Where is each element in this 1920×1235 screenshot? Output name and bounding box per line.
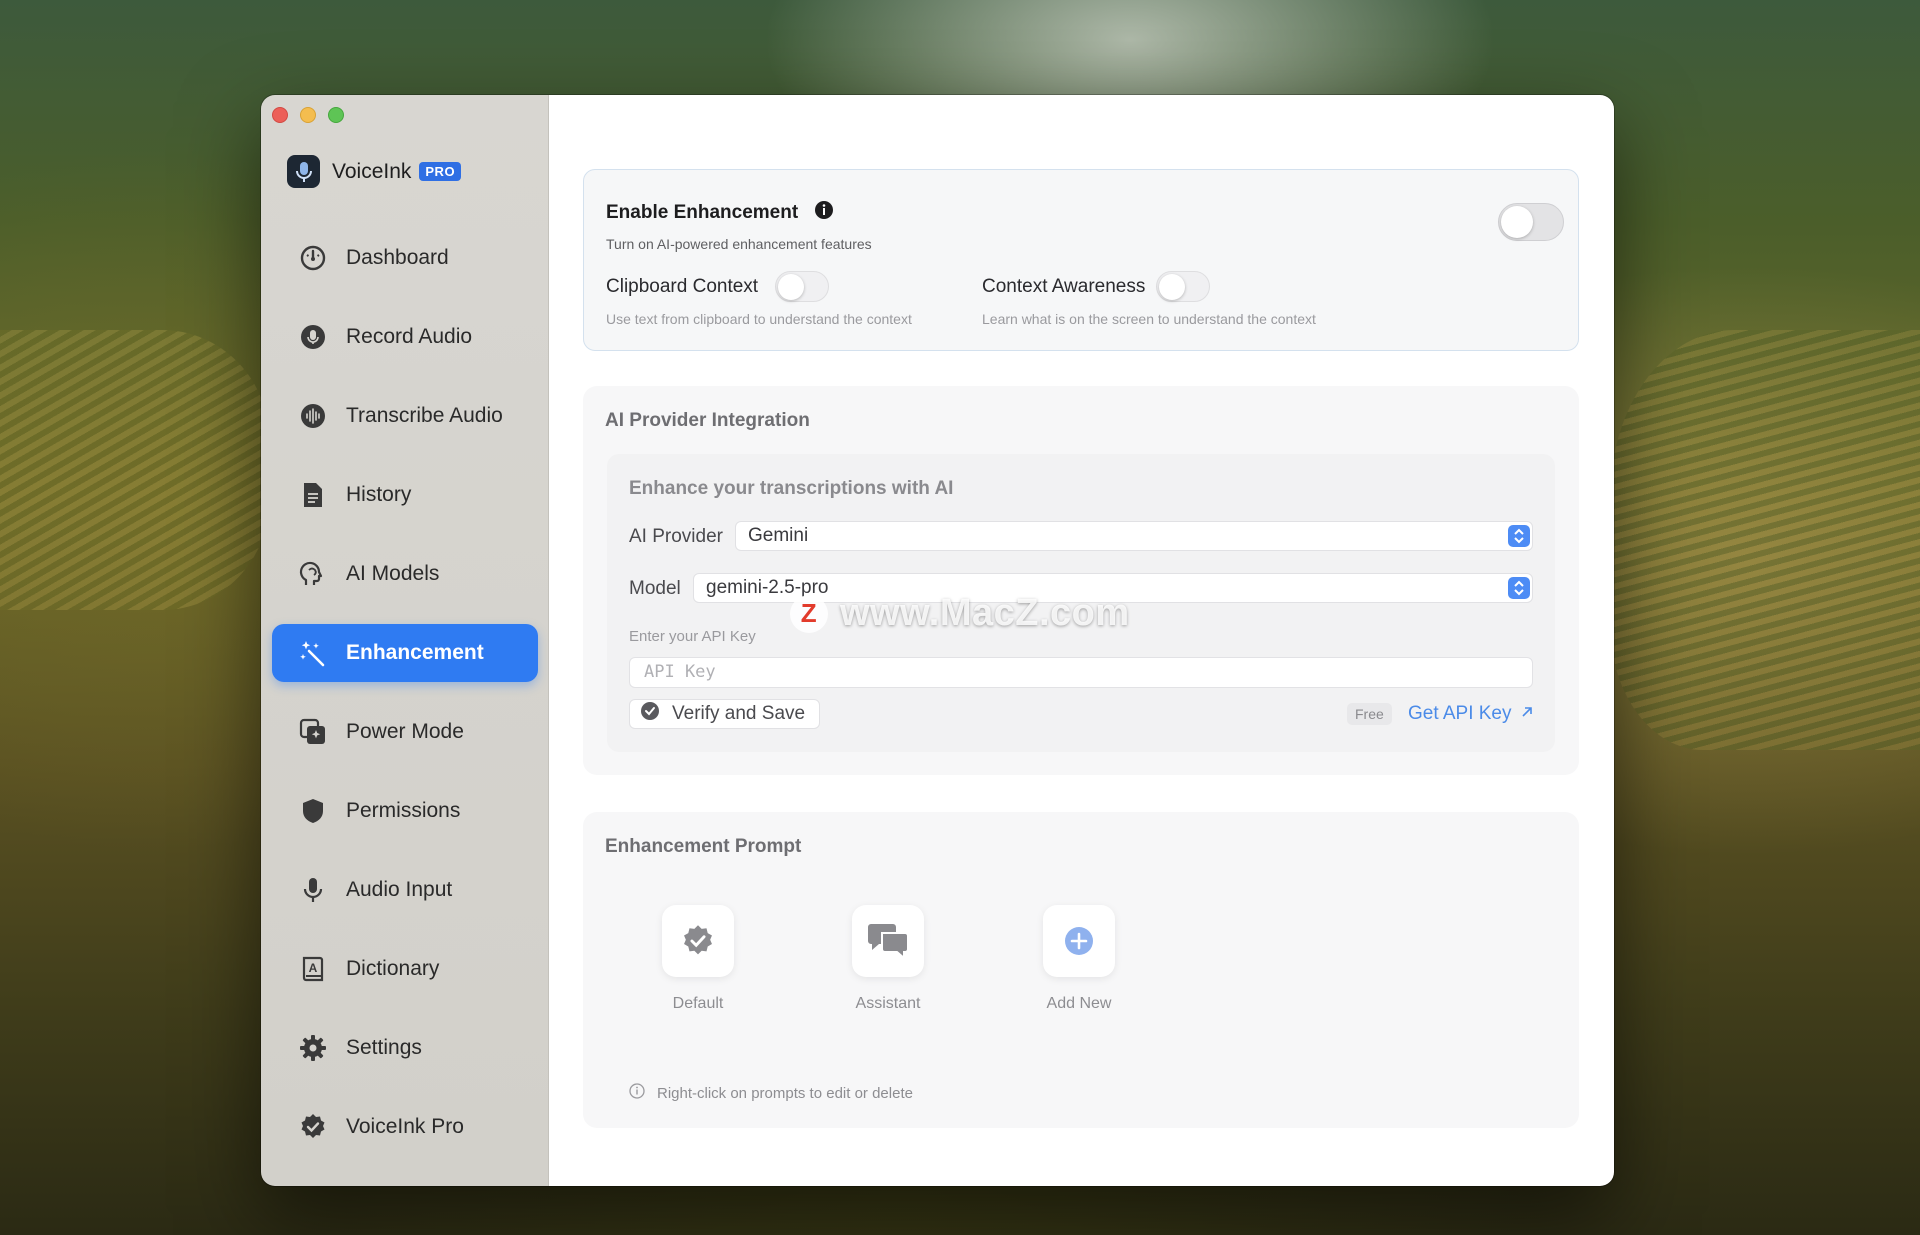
sidebar-item-dictionary[interactable]: A Dictionary	[272, 940, 538, 998]
mic-circle-icon	[298, 322, 328, 352]
context-awareness-toggle[interactable]	[1156, 271, 1210, 302]
sidebar-item-label: Enhancement	[346, 641, 484, 664]
sidebar-item-transcribe-audio[interactable]: Transcribe Audio	[272, 387, 538, 445]
document-icon	[298, 480, 328, 510]
api-key-label: Enter your API Key	[629, 628, 756, 645]
gear-icon	[298, 1033, 328, 1063]
get-api-key-link[interactable]: Get API Key	[1408, 703, 1534, 725]
wallpaper-vineyard-left	[0, 330, 270, 610]
ai-provider-select[interactable]: Gemini	[735, 521, 1533, 551]
sidebar-item-voiceink-pro[interactable]: VoiceInk Pro	[272, 1098, 538, 1156]
sidebar-item-label: Transcribe Audio	[346, 404, 503, 427]
info-circle-icon	[629, 1083, 645, 1103]
ai-provider-section-title: AI Provider Integration	[605, 410, 810, 431]
verify-and-save-button[interactable]: Verify and Save	[629, 699, 821, 729]
chat-bubbles-icon	[852, 905, 924, 977]
sidebar-item-enhancement[interactable]: Enhancement	[272, 624, 538, 682]
app-logo-icon	[287, 155, 320, 188]
close-window-button[interactable]	[272, 107, 288, 123]
sidebar-item-label: Permissions	[346, 799, 461, 822]
ai-provider-value: Gemini	[748, 525, 809, 546]
prompt-tile-label: Default	[672, 995, 724, 1012]
wallpaper-vineyard-right	[1610, 330, 1920, 750]
sidebar-item-label: Audio Input	[346, 878, 453, 901]
clipboard-context-toggle[interactable]	[775, 271, 829, 302]
clipboard-context-label: Clipboard Context	[606, 276, 759, 297]
sparkles-square-icon	[298, 717, 328, 747]
sidebar-item-dashboard[interactable]: Dashboard	[272, 229, 538, 287]
api-key-input[interactable]: API Key	[629, 657, 1533, 688]
sidebar-item-audio-input[interactable]: Audio Input	[272, 861, 538, 919]
sidebar-item-label: History	[346, 483, 412, 506]
chevron-up-down-icon	[1508, 525, 1530, 547]
enable-enhancement-toggle[interactable]	[1498, 203, 1564, 241]
sidebar-item-label: Record Audio	[346, 325, 473, 348]
chevron-up-down-icon	[1508, 577, 1530, 599]
microphone-icon	[298, 875, 328, 905]
app-brand: VoiceInk PRO	[287, 155, 462, 188]
free-badge: Free	[1347, 703, 1392, 725]
checkmark-circle-icon	[640, 701, 660, 727]
sidebar-item-power-mode[interactable]: Power Mode	[272, 703, 538, 761]
watermark-logo: Z	[790, 594, 828, 633]
context-awareness-desc: Learn what is on the screen to understan…	[982, 311, 1316, 327]
verify-and-save-label: Verify and Save	[672, 703, 806, 724]
info-icon[interactable]	[814, 200, 834, 225]
brain-head-icon	[298, 559, 328, 589]
enhancement-card: Enable Enhancement Turn on AI-powered en…	[583, 169, 1579, 351]
sidebar-item-label: Dictionary	[346, 957, 440, 980]
model-label: Model	[629, 578, 681, 599]
shield-icon	[298, 796, 328, 826]
gauge-icon	[298, 243, 328, 273]
enhancement-title: Enable Enhancement	[606, 201, 799, 223]
clipboard-context-desc: Use text from clipboard to understand th…	[606, 311, 912, 327]
ai-provider-inner-title: Enhance your transcriptions with AI	[629, 478, 954, 499]
sparkles-wand-icon	[298, 638, 328, 668]
sidebar: VoiceInk PRO Dashboard Record Audio Tran…	[261, 95, 549, 1186]
zoom-window-button[interactable]	[328, 107, 344, 123]
plus-circle-icon	[1043, 905, 1115, 977]
watermark-text: www.MacZ.com	[840, 592, 1130, 634]
enhancement-subtitle: Turn on AI-powered enhancement features	[606, 236, 872, 252]
sidebar-item-permissions[interactable]: Permissions	[272, 782, 538, 840]
enhancement-prompt-card: Enhancement Prompt Default Assistant Add…	[583, 812, 1579, 1128]
site-watermark: Z www.MacZ.com	[790, 592, 1130, 635]
sidebar-item-record-audio[interactable]: Record Audio	[272, 308, 538, 366]
window-controls	[272, 107, 344, 123]
character-book-icon: A	[298, 954, 328, 984]
sidebar-item-label: Settings	[346, 1036, 422, 1059]
sidebar-item-label: AI Models	[346, 562, 440, 585]
sidebar-item-history[interactable]: History	[272, 466, 538, 524]
prompt-tile-label: Add New	[1046, 995, 1112, 1012]
enhancement-prompt-title: Enhancement Prompt	[605, 836, 802, 857]
context-awareness-label: Context Awareness	[982, 276, 1146, 297]
ai-provider-card: AI Provider Integration Enhance your tra…	[583, 386, 1579, 775]
svg-text:A: A	[309, 961, 318, 975]
arrow-up-right-icon	[1520, 703, 1534, 725]
sidebar-item-settings[interactable]: Settings	[272, 1019, 538, 1077]
sidebar-item-ai-models[interactable]: AI Models	[272, 545, 538, 603]
app-name: VoiceInk	[332, 159, 412, 183]
ai-provider-label: AI Provider	[629, 526, 723, 547]
sidebar-item-label: Dashboard	[346, 246, 449, 269]
prompt-tile-label: Assistant	[855, 995, 921, 1012]
sidebar-item-label: Power Mode	[346, 720, 464, 743]
main-content: Enable Enhancement Turn on AI-powered en…	[549, 95, 1614, 1186]
prompt-tile-assistant[interactable]: Assistant	[828, 905, 948, 1013]
prompt-tile-add-new[interactable]: Add New	[1019, 905, 1139, 1013]
sidebar-nav: Dashboard Record Audio Transcribe Audio …	[272, 229, 538, 1177]
prompt-hint-text: Right-click on prompts to edit or delete	[657, 1084, 913, 1102]
pro-badge: PRO	[419, 162, 462, 181]
prompt-tile-default[interactable]: Default	[638, 905, 758, 1013]
waveform-circle-icon	[298, 401, 328, 431]
get-api-key-label: Get API Key	[1408, 703, 1512, 724]
app-window: VoiceInk PRO Dashboard Record Audio Tran…	[261, 95, 1614, 1186]
sidebar-item-label: VoiceInk Pro	[346, 1115, 464, 1138]
minimize-window-button[interactable]	[300, 107, 316, 123]
checkmark-seal-icon	[298, 1112, 328, 1142]
checkmark-seal-icon	[662, 905, 734, 977]
prompt-hint: Right-click on prompts to edit or delete	[629, 1083, 913, 1103]
